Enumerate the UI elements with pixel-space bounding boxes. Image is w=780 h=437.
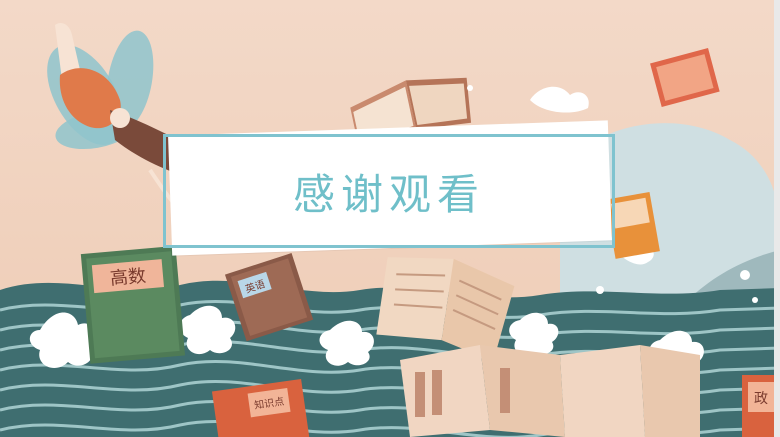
book-zheng-label: 政	[754, 391, 768, 407]
slide-edge	[774, 0, 780, 437]
book-gaoshu-label: 高数	[109, 266, 147, 290]
slide-title: 感谢观看	[292, 169, 485, 219]
book-gaoshu: 高数	[80, 245, 186, 364]
slide-canvas: 高数 英语 知识点 政 感谢观看	[0, 0, 780, 437]
pages-bottom	[400, 345, 700, 437]
